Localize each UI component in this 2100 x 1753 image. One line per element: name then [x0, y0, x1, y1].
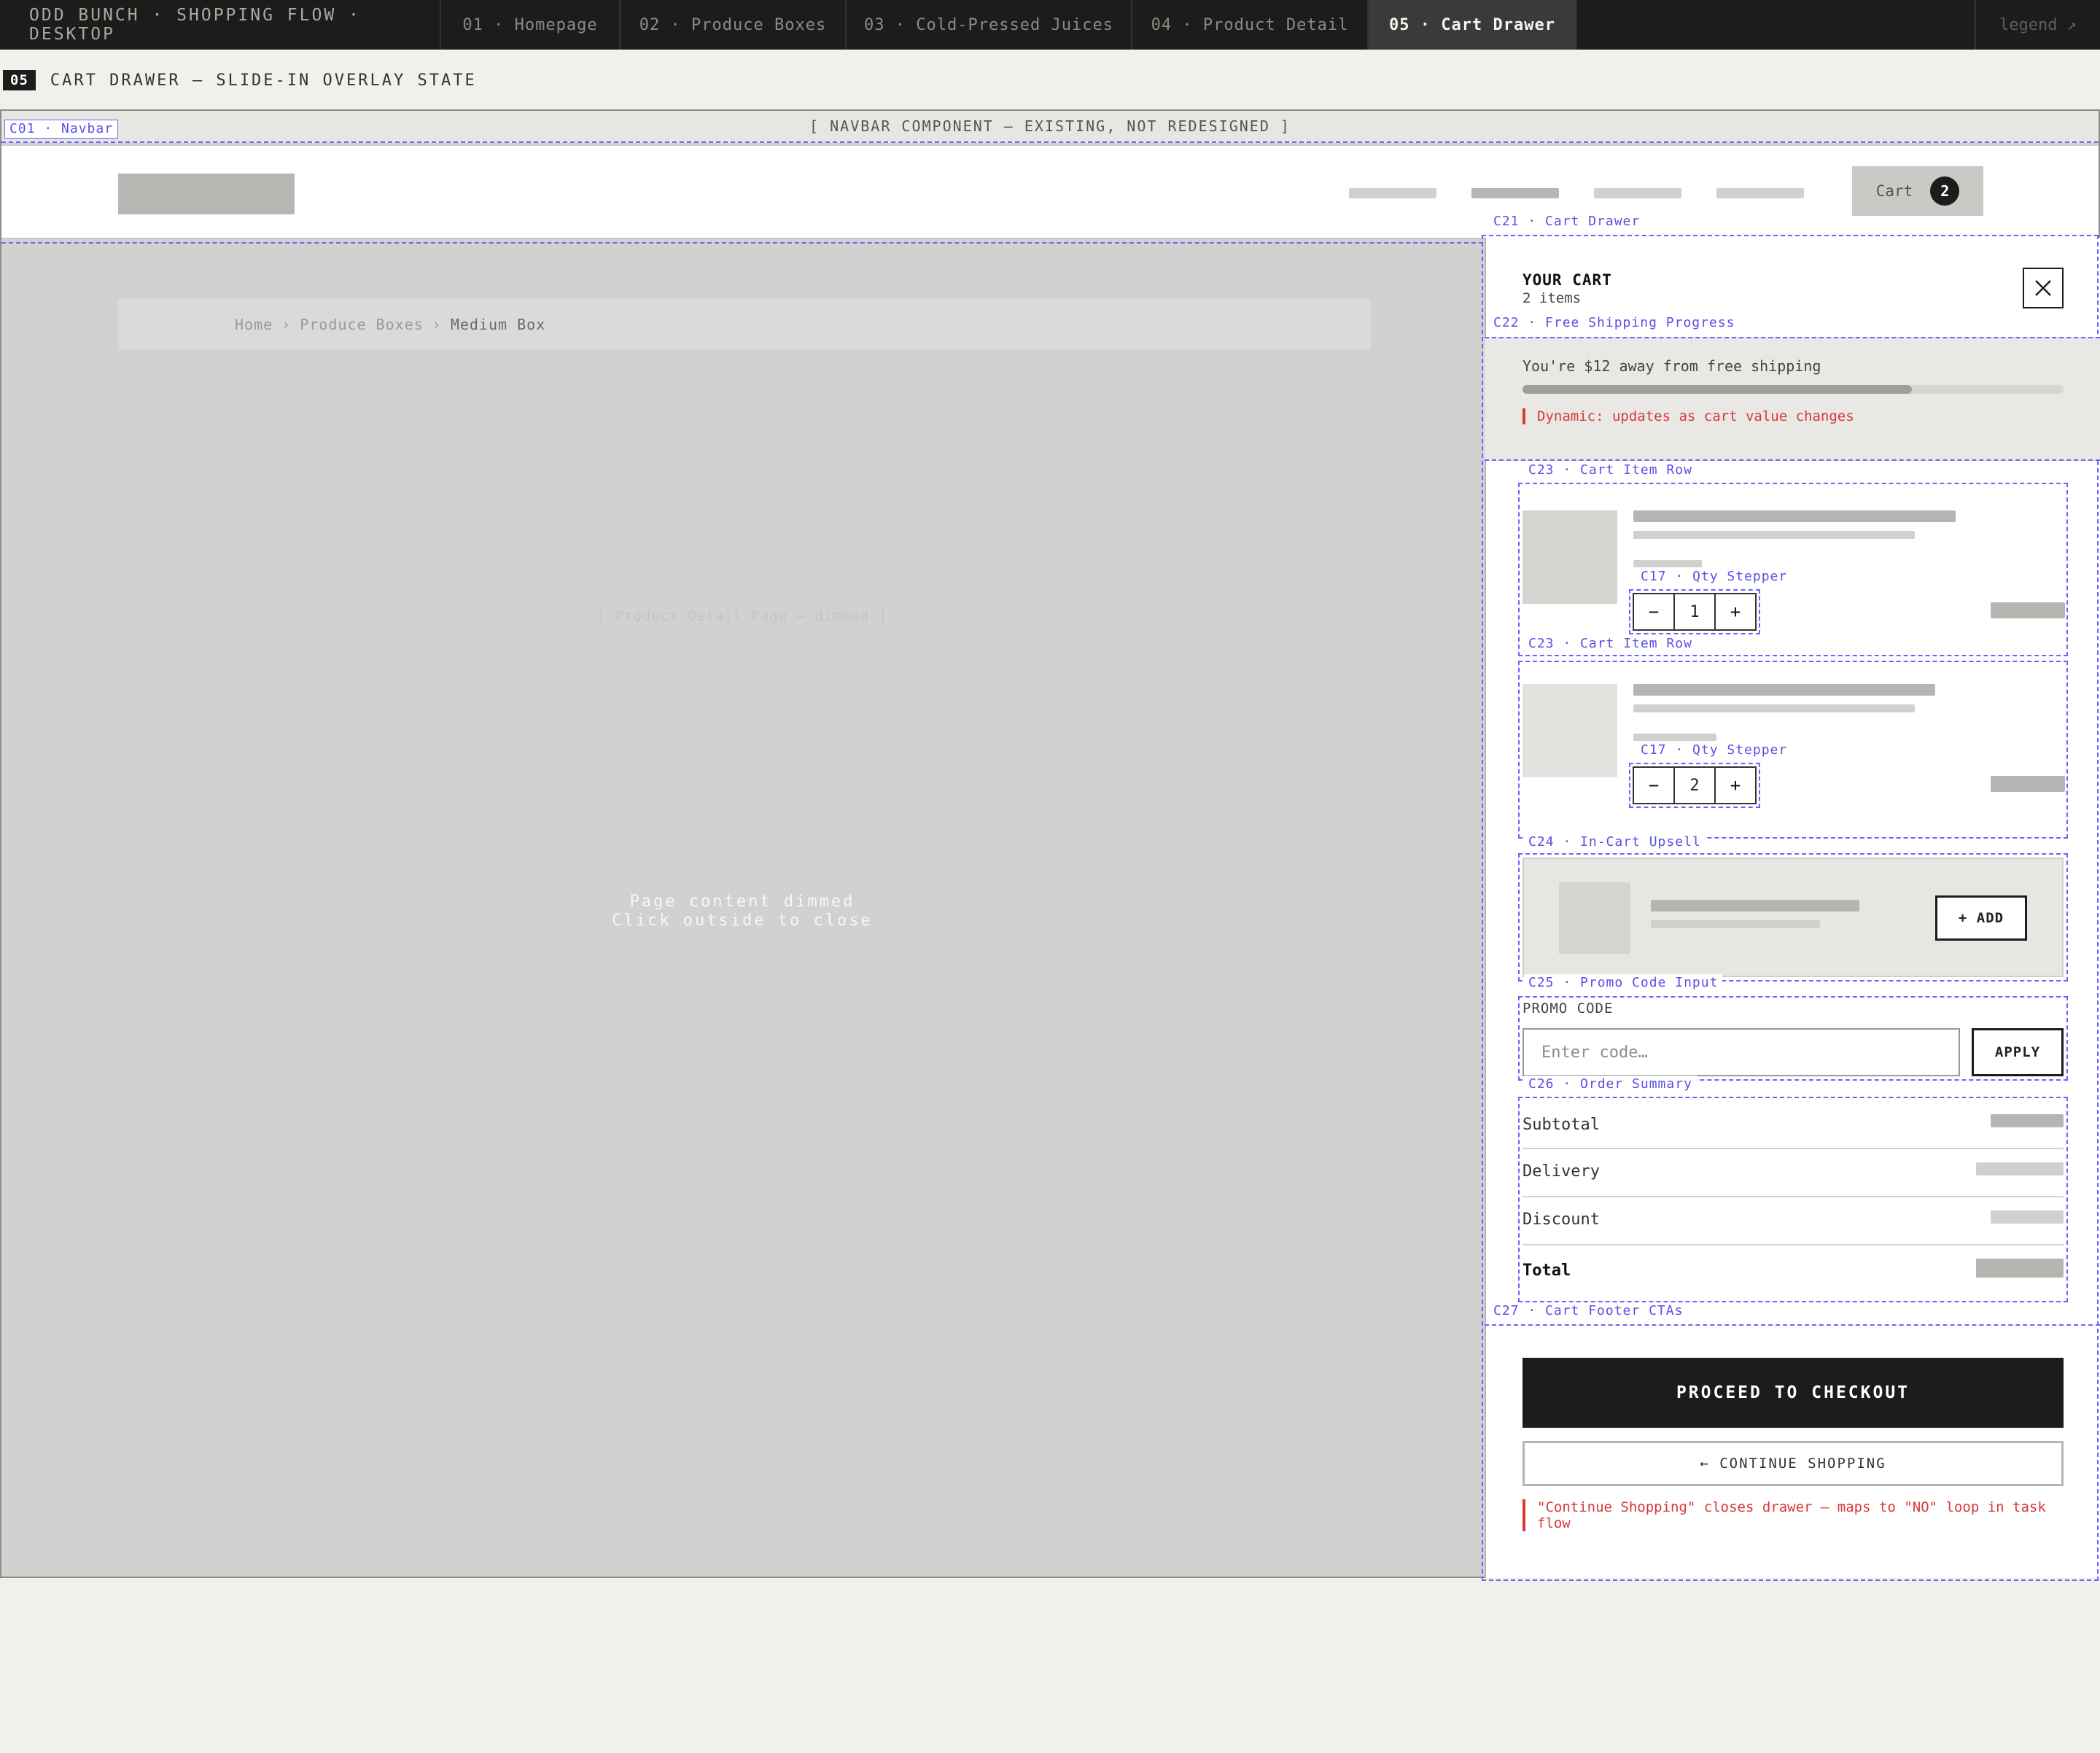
flow-brand-title: ODD BUNCH · SHOPPING FLOW · DESKTOP [0, 0, 441, 50]
total-value-placeholder [1976, 1259, 2064, 1278]
discount-value-placeholder [1991, 1210, 2064, 1224]
total-label: Total [1522, 1262, 1571, 1280]
cart-item-row-tag: C23 · Cart Item Row [1524, 462, 1697, 479]
cart-item-row [1518, 661, 2068, 839]
product-thumbnail [1522, 510, 1617, 604]
dim-line-1: Page content dimmed [629, 893, 855, 911]
product-variant-placeholder [1633, 734, 1716, 741]
logo-placeholder[interactable] [118, 174, 295, 214]
continue-shopping-note: "Continue Shopping" closes drawer — maps… [1522, 1499, 2064, 1531]
qty-value[interactable]: 1 [1673, 594, 1716, 629]
order-summary-tag: C26 · Order Summary [1524, 1076, 1697, 1093]
shipping-message: You're $12 away from free shipping [1522, 357, 1821, 375]
promo-code-label: PROMO CODE [1522, 1000, 1614, 1017]
cart-title: YOUR CART [1522, 271, 1612, 289]
product-meta-placeholder [1633, 531, 1915, 539]
product-thumbnail [1522, 684, 1617, 777]
product-meta-placeholder [1633, 704, 1915, 712]
legend-link[interactable]: legend ↗ [1975, 0, 2100, 50]
line-price-placeholder [1991, 602, 2065, 618]
navbar-cart-button[interactable]: Cart 2 [1852, 166, 1983, 216]
free-shipping-progress: You're $12 away from free shipping Dynam… [1485, 337, 2100, 461]
promo-code-input[interactable] [1522, 1028, 1960, 1076]
cart-item-row-tag: C23 · Cart Item Row [1524, 635, 1697, 653]
nav-link-placeholder-active[interactable] [1471, 188, 1559, 198]
shipping-progress-track [1522, 385, 2064, 394]
screen-title: CART DRAWER — SLIDE-IN OVERLAY STATE [50, 71, 477, 90]
proceed-to-checkout-button[interactable]: PROCEED TO CHECKOUT [1522, 1358, 2064, 1428]
qty-increase-button[interactable]: + [1716, 594, 1755, 629]
dim-instructions: Page content dimmed Click outside to clo… [1, 893, 1483, 930]
cart-footer-divider [1485, 1324, 2100, 1326]
qty-stepper-tag: C17 · Qty Stepper [1636, 742, 1792, 759]
qty-stepper: − 2 + [1629, 763, 1760, 808]
qty-stepper: − 1 + [1629, 589, 1760, 634]
qty-stepper-tag: C17 · Qty Stepper [1636, 568, 1792, 586]
cart-item-row [1518, 483, 2068, 656]
upsell-meta-placeholder [1651, 920, 1820, 928]
breadcrumb-home[interactable]: Home [235, 316, 273, 333]
upsell-tag: C24 · In-Cart Upsell [1524, 833, 1706, 851]
subtotal-label: Subtotal [1522, 1116, 1600, 1134]
shipping-progress-tag: C22 · Free Shipping Progress [1489, 314, 1740, 332]
cart-count-badge: 2 [1930, 176, 1960, 206]
navbar-component-tag: C01 · Navbar [4, 120, 119, 139]
breadcrumb: Home › Produce Boxes › Medium Box [118, 299, 1371, 350]
screen-number-badge: 05 [3, 70, 36, 90]
navbar-annotation-strip: [ NAVBAR COMPONENT — EXISTING, NOT REDES… [1, 111, 2099, 143]
qty-decrease-button[interactable]: − [1634, 594, 1673, 629]
breadcrumb-separator: › [432, 316, 442, 333]
cart-item-count: 2 items [1522, 290, 1582, 306]
delivery-value-placeholder [1976, 1162, 2064, 1175]
navbar-note: [ NAVBAR COMPONENT — EXISTING, NOT REDES… [809, 117, 1291, 135]
apply-promo-button[interactable]: APPLY [1972, 1028, 2064, 1076]
summary-row-subtotal: Subtotal [1522, 1097, 2064, 1149]
dimmed-page-overlay[interactable]: Home › Produce Boxes › Medium Box [ Prod… [1, 242, 1483, 1577]
cart-button-label: Cart [1875, 182, 1913, 200]
nav-link-placeholder[interactable] [1716, 188, 1804, 198]
promo-code-tag: C25 · Promo Code Input [1524, 974, 1723, 992]
nav-link-placeholder[interactable] [1594, 188, 1681, 198]
breadcrumb-current: Medium Box [450, 316, 546, 333]
subtotal-value-placeholder [1991, 1114, 2064, 1127]
discount-label: Discount [1522, 1210, 1600, 1229]
top-tab-bar: ODD BUNCH · SHOPPING FLOW · DESKTOP 01 ·… [0, 0, 2100, 50]
tab-cart-drawer[interactable]: 05 · Cart Drawer [1369, 0, 1577, 50]
summary-row-discount: Discount [1522, 1197, 2064, 1245]
cart-drawer-tag: C21 · Cart Drawer [1489, 213, 1645, 230]
line-price-placeholder [1991, 776, 2065, 792]
tab-cold-pressed-juices[interactable]: 03 · Cold-Pressed Juices [847, 0, 1132, 50]
upsell-thumbnail [1559, 882, 1630, 954]
upsell-add-button[interactable]: + ADD [1935, 895, 2027, 941]
product-name-placeholder [1633, 510, 1956, 522]
summary-row-total: Total [1522, 1245, 2064, 1299]
qty-value[interactable]: 2 [1673, 768, 1716, 803]
upsell-name-placeholder [1651, 900, 1859, 912]
qty-increase-button[interactable]: + [1716, 768, 1755, 803]
breadcrumb-separator: › [281, 316, 292, 333]
dimmed-page-label: [ Product Detail Page — dimmed ] [596, 608, 888, 624]
summary-row-delivery: Delivery [1522, 1149, 2064, 1197]
product-variant-placeholder [1633, 560, 1702, 567]
close-drawer-button[interactable] [2023, 268, 2064, 308]
delivery-label: Delivery [1522, 1162, 1600, 1181]
tab-product-detail[interactable]: 04 · Product Detail [1132, 0, 1369, 50]
product-name-placeholder [1633, 684, 1935, 696]
tab-homepage[interactable]: 01 · Homepage [441, 0, 621, 50]
continue-shopping-button[interactable]: ← CONTINUE SHOPPING [1522, 1441, 2064, 1486]
close-icon [2035, 280, 2051, 296]
breadcrumb-produce-boxes[interactable]: Produce Boxes [300, 316, 424, 333]
qty-decrease-button[interactable]: − [1634, 768, 1673, 803]
nav-link-placeholder[interactable] [1349, 188, 1436, 198]
shipping-progress-fill [1522, 385, 1913, 394]
screen-heading: 05 CART DRAWER — SLIDE-IN OVERLAY STATE [3, 70, 477, 90]
navbar: Cart 2 [1, 146, 2099, 239]
cart-footer-tag: C27 · Cart Footer CTAs [1489, 1302, 1688, 1320]
shipping-dynamic-note: Dynamic: updates as cart value changes [1522, 408, 1854, 424]
dim-line-2: Click outside to close [612, 912, 873, 930]
tab-produce-boxes[interactable]: 02 · Produce Boxes [621, 0, 847, 50]
